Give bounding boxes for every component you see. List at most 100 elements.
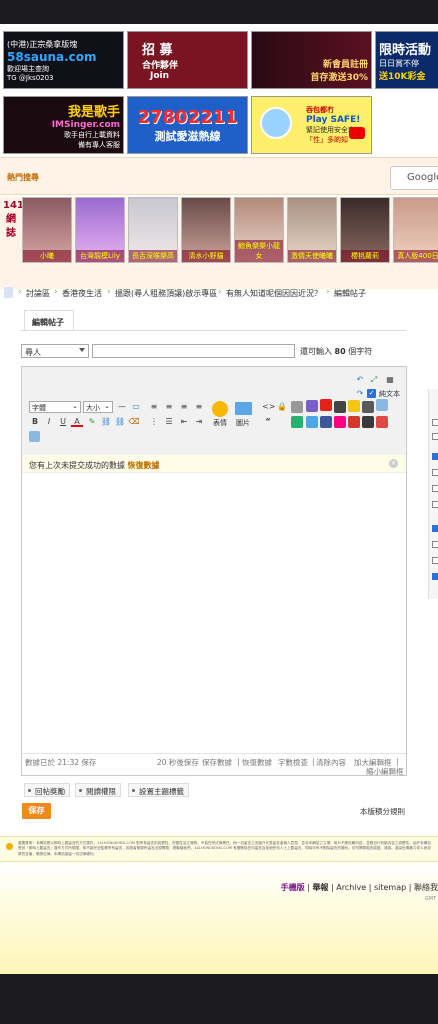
option-checkbox[interactable]: [432, 541, 438, 548]
unordered-list-icon[interactable]: ☰: [163, 416, 175, 427]
ad-singer[interactable]: 我是歌手 IMSinger.com 歌手自行上載資料 備有專人客服: [3, 96, 124, 154]
breadcrumb-item[interactable]: 香港夜生活: [62, 288, 102, 299]
quote-box-icon[interactable]: [376, 399, 388, 411]
clear-content-link[interactable]: 清除內容: [316, 757, 346, 768]
option-checkbox[interactable]: [432, 485, 438, 492]
ad-sauna[interactable]: (中港)正宗桑拿版塊 58sauna.com 歡迎場主查詢 TG @Jks020…: [3, 31, 124, 89]
restore-data-link[interactable]: 恢復數據: [128, 461, 160, 470]
lock-icon[interactable]: 🔒: [276, 401, 288, 412]
read-permission-button[interactable]: 閱讀權限: [75, 783, 121, 797]
option-checkbox[interactable]: [432, 419, 438, 426]
align-left-icon[interactable]: ≡: [148, 401, 160, 412]
star-item-0[interactable]: 小曦: [22, 197, 72, 263]
ad-safe[interactable]: 吞包都冇 Play SAFE! 緊記使用安全套 「性」多啲知: [251, 96, 372, 154]
undo-icon[interactable]: ↶: [354, 374, 366, 385]
flickr-icon[interactable]: [334, 416, 346, 428]
bold-icon[interactable]: B: [29, 416, 41, 427]
star-item-5[interactable]: 激情天使曦曦: [287, 197, 337, 263]
font-family-select[interactable]: 字體 ⌄: [29, 401, 81, 413]
image-label[interactable]: 圖片: [236, 418, 250, 428]
underline-icon[interactable]: U: [57, 416, 69, 427]
highlight-icon[interactable]: ✎: [86, 416, 98, 427]
hot-search-label[interactable]: 熱門搜尋: [7, 172, 39, 183]
ad-limited[interactable]: 限時活動 日日賞不停 送10K彩金: [375, 31, 438, 89]
video-icon[interactable]: [334, 401, 346, 413]
google-search-input[interactable]: Google: [390, 166, 438, 190]
code-icon[interactable]: <>: [262, 401, 275, 412]
points-rule-link[interactable]: 本版積分規則: [360, 806, 405, 817]
music-icon[interactable]: [306, 400, 318, 412]
xvideos-icon[interactable]: [348, 416, 360, 428]
quote-icon[interactable]: “: [262, 416, 274, 427]
star-item-6[interactable]: 櫻桃蘿莉: [340, 197, 390, 263]
star-item-2[interactable]: 長舌深喉樂高: [128, 197, 178, 263]
horizontal-rule-icon[interactable]: —: [116, 401, 128, 412]
outdent-icon[interactable]: ⇤: [178, 416, 190, 427]
option-checkbox[interactable]: [432, 469, 438, 476]
tab-edit-post[interactable]: 編輯帖子: [24, 310, 74, 330]
archive-link[interactable]: Archive: [336, 883, 366, 892]
ad-recruit[interactable]: 招 募 合作夥伴 Join: [127, 31, 248, 89]
word-check-link[interactable]: 字數檢查: [278, 757, 308, 768]
youtube-icon[interactable]: [320, 399, 332, 411]
option-checkbox[interactable]: [432, 433, 438, 440]
ad-casino[interactable]: 新會員註冊 首存激送30%: [251, 31, 372, 89]
subject-input[interactable]: [92, 344, 295, 358]
option-checkbox[interactable]: [432, 525, 438, 532]
save-data-link[interactable]: 保存數據: [202, 757, 232, 768]
align-right-icon[interactable]: ≡: [178, 401, 190, 412]
table-icon[interactable]: [29, 431, 40, 442]
background-color-icon[interactable]: ▭: [130, 401, 142, 412]
plain-text-checkbox[interactable]: ✓: [367, 389, 376, 398]
emoji-icon[interactable]: [212, 401, 228, 417]
game-icon[interactable]: [362, 416, 374, 428]
image-icon[interactable]: [235, 402, 252, 415]
contact-link[interactable]: 聯絡我: [414, 883, 438, 892]
ordered-list-icon[interactable]: ⋮: [148, 416, 160, 427]
redo-icon[interactable]: ↷: [354, 388, 366, 399]
font-size-select[interactable]: 大小 ⌄: [83, 401, 113, 413]
clear-format-icon[interactable]: ⌫: [128, 416, 140, 427]
option-checkbox[interactable]: [432, 453, 438, 460]
star-item-7[interactable]: 真人版400日: [393, 197, 438, 263]
imdb-icon[interactable]: [348, 400, 360, 412]
home-icon[interactable]: [4, 287, 13, 298]
restore-data-status-link[interactable]: 恢復數據: [242, 757, 272, 768]
blog-side-label[interactable]: 141網誌: [3, 199, 24, 241]
reply-reward-button[interactable]: 回帖獎勵: [24, 783, 70, 797]
shrink-editor-link[interactable]: 縮小編輯框: [366, 766, 404, 777]
twitter-icon[interactable]: [306, 416, 318, 428]
thread-type-select[interactable]: 尋人: [21, 344, 89, 358]
save-button[interactable]: 保存: [22, 803, 51, 819]
italic-icon[interactable]: I: [43, 416, 55, 427]
link-icon[interactable]: ⛓: [100, 416, 112, 427]
star-item-3[interactable]: 清水小野貓: [181, 197, 231, 263]
indent-icon[interactable]: ⇥: [193, 416, 205, 427]
unlink-icon[interactable]: ⛓: [114, 416, 126, 427]
chat-icon[interactable]: [362, 401, 374, 413]
vine-icon[interactable]: [291, 416, 303, 428]
option-checkbox[interactable]: [432, 573, 438, 580]
emoji-label[interactable]: 表情: [213, 418, 227, 428]
editor-textarea[interactable]: [22, 475, 406, 753]
align-center-icon[interactable]: ≡: [163, 401, 175, 412]
text-color-icon[interactable]: A: [71, 416, 83, 427]
flash-icon[interactable]: [291, 401, 303, 413]
option-checkbox[interactable]: [432, 557, 438, 564]
thread-tags-button[interactable]: 設置主題標籤: [128, 783, 189, 797]
close-icon[interactable]: ×: [389, 459, 398, 468]
star-item-1[interactable]: 台灣靚模Lily: [75, 197, 125, 263]
mobile-version-link[interactable]: 手機版: [281, 883, 305, 892]
align-justify-icon[interactable]: ≡: [193, 401, 205, 412]
report-link[interactable]: 舉報: [312, 883, 328, 892]
option-checkbox[interactable]: [432, 501, 438, 508]
sitemap-link[interactable]: sitemap: [374, 883, 406, 892]
facebook-icon[interactable]: [320, 416, 332, 428]
layout-icon[interactable]: ▦: [384, 374, 396, 385]
breadcrumb-item[interactable]: 搵跟(尋人租務頂讓)啟示專區: [115, 288, 217, 299]
breadcrumb-item[interactable]: 有無人知道呢個因因近況？: [226, 288, 322, 299]
fullscreen-icon[interactable]: ⤢: [368, 374, 380, 385]
star-item-4[interactable]: 鯨魚樂樂小龍女: [234, 197, 284, 263]
breadcrumb-item[interactable]: 討論區: [26, 288, 50, 299]
close-box-icon[interactable]: [376, 416, 388, 428]
